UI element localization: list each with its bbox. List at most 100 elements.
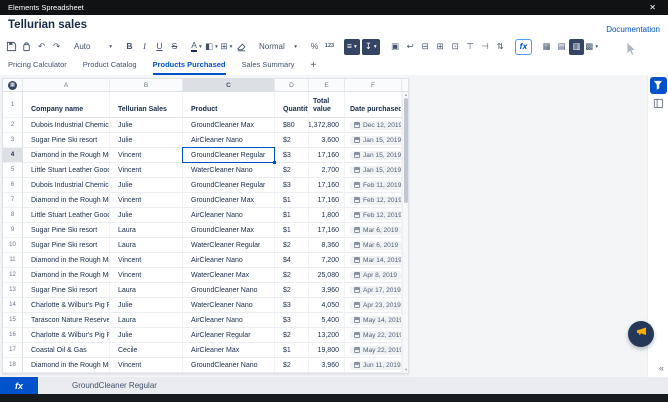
cell-company[interactable]: Diamond in the Rough Mine (23, 268, 110, 283)
cell-company[interactable]: Tarascon Nature Reserve (23, 313, 110, 328)
save-button[interactable] (4, 39, 19, 55)
cell-rep[interactable]: Laura (110, 283, 183, 298)
filter-button[interactable] (650, 77, 667, 94)
cell-quantity[interactable]: $2 (275, 283, 309, 298)
cell-company[interactable]: Coastal Oil & Gas (23, 343, 110, 358)
cell-date[interactable]: Feb 12, 2019 (345, 193, 402, 208)
header-total[interactable]: Total value (309, 92, 345, 118)
cell-company[interactable]: Charlotte & Wilbur's Pig Farm (23, 298, 110, 313)
cell-quantity[interactable]: $1 (275, 223, 309, 238)
cell-total[interactable]: 5,400 (309, 313, 345, 328)
vertical-scrollbar[interactable]: ▴ ▾ (402, 92, 408, 373)
cell-date[interactable]: Dec 12, 2019 (345, 118, 402, 133)
cell-total[interactable]: 17,160 (309, 223, 345, 238)
row-number[interactable]: 8 (3, 208, 23, 223)
table-button[interactable]: ▦ (539, 39, 554, 55)
cell-total[interactable]: 1,372,800 (309, 118, 345, 133)
row-number[interactable]: 4 (3, 148, 23, 163)
cell-product[interactable]: WaterCleaner Max (183, 268, 275, 283)
cell-company[interactable]: Diamond in the Rough Mine (23, 253, 110, 268)
close-icon[interactable]: ✕ (649, 3, 660, 12)
cell-total[interactable]: 7,200 (309, 253, 345, 268)
merge-cells-button[interactable]: ▣ (388, 39, 403, 55)
cell-rep[interactable]: Julie (110, 208, 183, 223)
cell-total[interactable]: 19,800 (309, 343, 345, 358)
cell-product[interactable]: AirCleaner Max (183, 343, 275, 358)
collapse-rail-icon[interactable]: « (659, 363, 664, 373)
cell-quantity[interactable]: $3 (275, 178, 309, 193)
header-date[interactable]: Date purchased (345, 92, 402, 118)
cell-total[interactable]: 2,700 (309, 163, 345, 178)
formula-button[interactable]: fx (515, 39, 533, 55)
row-number[interactable]: 16 (3, 328, 23, 343)
cell-date[interactable]: May 22, 2019 (345, 343, 402, 358)
cell-product[interactable]: AirCleaner Nano (183, 253, 275, 268)
cell-company[interactable]: Little Stuart Leather Goods (23, 163, 110, 178)
cell-rep[interactable]: Laura (110, 238, 183, 253)
cell-total[interactable]: 17,160 (309, 178, 345, 193)
cell-company[interactable]: Charlotte & Wilbur's Pig Farm (23, 328, 110, 343)
cell-company[interactable]: Little Stuart Leather Goods (23, 208, 110, 223)
row-number[interactable]: 3 (3, 133, 23, 148)
tab-products-purchased[interactable]: Products Purchased (153, 60, 226, 75)
cell-quantity[interactable]: $2 (275, 268, 309, 283)
cell-total[interactable]: 17,160 (309, 148, 345, 163)
cell-date[interactable]: Jan 15, 2019 (345, 133, 402, 148)
cell-company[interactable]: Sugar Pine Ski resort (23, 283, 110, 298)
cell-total[interactable]: 3,600 (309, 133, 345, 148)
cell-company[interactable]: Diamond in the Rough Mine (23, 148, 110, 163)
more-tools-button[interactable]: ▩▾ (584, 39, 599, 55)
row-number[interactable]: 6 (3, 178, 23, 193)
panel-toggle-button[interactable] (650, 96, 667, 113)
fill-color-button[interactable]: ◧▾ (204, 39, 219, 55)
row-number[interactable]: 9 (3, 223, 23, 238)
row-number[interactable]: 11 (3, 253, 23, 268)
cell-date[interactable]: Mar 6, 2019 (345, 223, 402, 238)
cell-product[interactable]: AirCleaner Nano (183, 133, 275, 148)
column-header-b[interactable]: B (110, 79, 183, 91)
cell-date[interactable]: Mar 14, 2019 (345, 253, 402, 268)
cell-rep[interactable]: Julie (110, 298, 183, 313)
cell-date[interactable]: Mar 6, 2019 (345, 238, 402, 253)
cell-product[interactable]: WaterCleaner Regular (183, 238, 275, 253)
cell-quantity[interactable]: $3 (275, 148, 309, 163)
tab-sales-summary[interactable]: Sales Summary (242, 60, 295, 75)
cell-date[interactable]: May 22, 2019 (345, 328, 402, 343)
cell-date[interactable]: Feb 12, 2019 (345, 208, 402, 223)
cell-total[interactable]: 3,960 (309, 358, 345, 373)
cell-product[interactable]: GroundCleaner Nano (183, 358, 275, 373)
cell-product[interactable]: GroundCleaner Regular (183, 148, 275, 163)
redo-button[interactable]: ↷ (49, 39, 64, 55)
cell-product[interactable]: GroundCleaner Nano (183, 283, 275, 298)
cell-quantity[interactable]: $2 (275, 163, 309, 178)
cell-rep[interactable]: Laura (110, 223, 183, 238)
insert-row-button[interactable]: ⊟ (418, 39, 433, 55)
cell-company[interactable]: Dubois Industrial Chemicals (23, 118, 110, 133)
cell-product[interactable]: AirCleaner Nano (183, 313, 275, 328)
row-number[interactable]: 1 (3, 92, 23, 118)
cell-date[interactable]: Jun 11, 2019 (345, 358, 402, 373)
header-product[interactable]: Product (183, 92, 275, 118)
cell-date[interactable]: Jan 15, 2019 (345, 148, 402, 163)
scrollbar-thumb[interactable] (404, 98, 408, 203)
vertical-align-button[interactable]: ↧▾ (362, 39, 380, 55)
sort-button[interactable]: ⇅ (493, 39, 508, 55)
cell-rep[interactable]: Julie (110, 178, 183, 193)
row-number[interactable]: 10 (3, 238, 23, 253)
cell-company[interactable]: Sugar Pine Ski resort (23, 223, 110, 238)
column-header-f[interactable]: F (345, 79, 402, 91)
format-painter-button[interactable] (19, 39, 34, 55)
row-number[interactable]: 15 (3, 313, 23, 328)
cell-date[interactable]: May 14, 2019 (345, 313, 402, 328)
clear-format-button[interactable] (234, 39, 249, 55)
row-number[interactable]: 12 (3, 268, 23, 283)
undo-button[interactable]: ↶ (34, 39, 49, 55)
cell-total[interactable]: 4,050 (309, 298, 345, 313)
cell-quantity[interactable]: $1 (275, 208, 309, 223)
add-sheet-button[interactable]: + (310, 60, 316, 75)
cell-product[interactable]: GroundCleaner Max (183, 118, 275, 133)
freeze-columns-button[interactable]: ⊣ (478, 39, 493, 55)
cell-company[interactable]: Diamond in the Rough Mine (23, 193, 110, 208)
cell-rep[interactable]: Vincent (110, 358, 183, 373)
documentation-link[interactable]: Documentation (606, 25, 660, 34)
